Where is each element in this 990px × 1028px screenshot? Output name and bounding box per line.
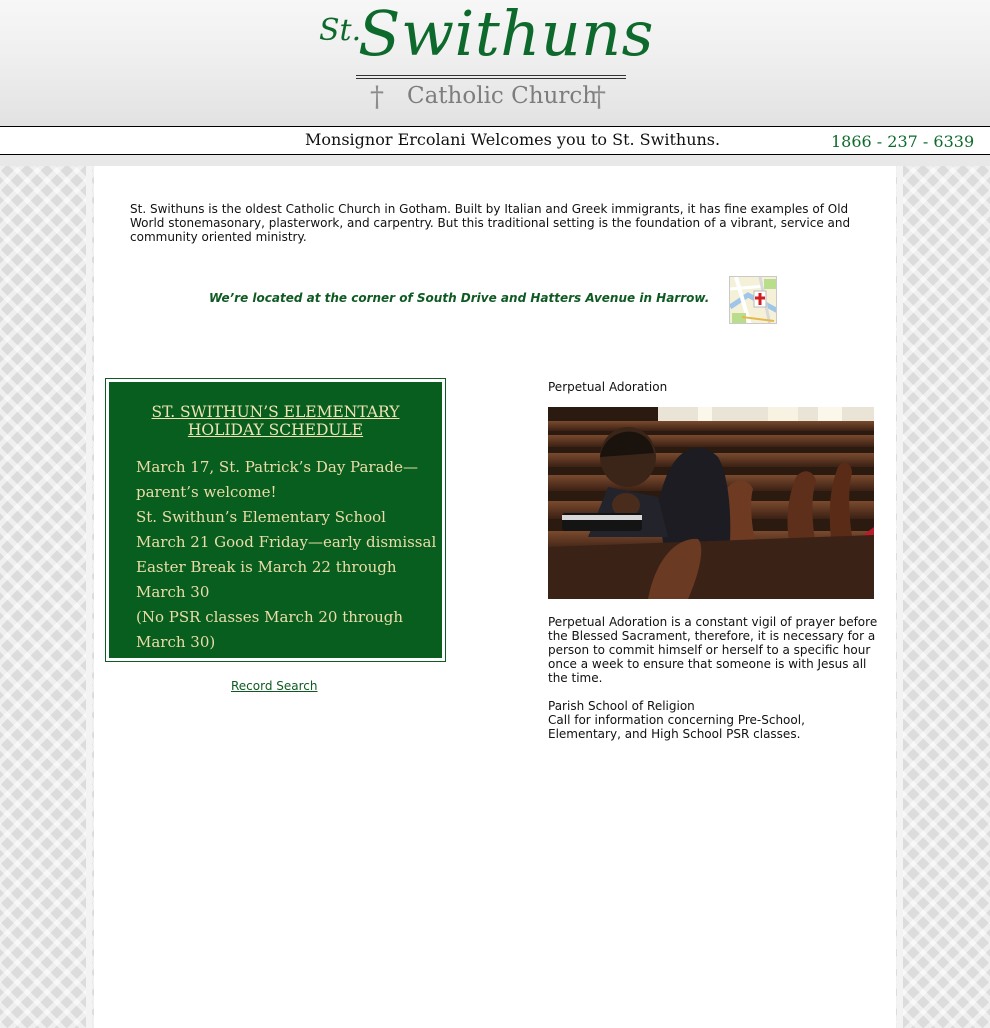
right-border-edge bbox=[897, 166, 903, 1028]
schedule-title: ST. SWITHUN’S ELEMENTARY HOLIDAY SCHEDUL… bbox=[109, 403, 442, 439]
welcome-bar: Monsignor Ercolani Welcomes you to St. S… bbox=[0, 126, 990, 155]
divider-strip bbox=[0, 155, 990, 166]
site-header: St. Swithuns † Catholic Church † bbox=[0, 0, 990, 126]
schedule-line: March 30 bbox=[136, 583, 210, 601]
schedule-line: Easter Break is March 22 through bbox=[136, 558, 397, 576]
map-icon[interactable] bbox=[729, 276, 777, 324]
map-graphic bbox=[730, 277, 776, 323]
logo-rule bbox=[356, 78, 626, 79]
psr-heading: Parish School of Religion bbox=[548, 699, 695, 713]
schedule-line: parent’s welcome! bbox=[136, 483, 277, 501]
holiday-schedule-panel: ST. SWITHUN’S ELEMENTARY HOLIDAY SCHEDUL… bbox=[109, 382, 442, 658]
cross-icon: † bbox=[592, 80, 606, 113]
perpetual-adoration-heading: Perpetual Adoration bbox=[548, 380, 668, 394]
schedule-title-line: ST. SWITHUN’S ELEMENTARY bbox=[151, 403, 400, 421]
logo-name: Swithuns bbox=[358, 0, 654, 70]
schedule-line: (No PSR classes March 20 through bbox=[136, 608, 404, 626]
intro-paragraph: St. Swithuns is the oldest Catholic Chur… bbox=[130, 202, 851, 244]
welcome-text: Monsignor Ercolani Welcomes you to St. S… bbox=[305, 130, 721, 149]
schedule-title-line: HOLIDAY SCHEDULE bbox=[187, 421, 364, 439]
schedule-line: March 17, St. Patrick’s Day Parade— bbox=[136, 458, 419, 476]
right-decorative-border bbox=[896, 166, 990, 1028]
photo-graphic bbox=[548, 407, 874, 599]
logo-prefix: St. bbox=[319, 13, 362, 48]
perpetual-adoration-text: Perpetual Adoration is a constant vigil … bbox=[548, 615, 878, 685]
location-text: We’re located at the corner of South Dri… bbox=[209, 291, 710, 305]
cross-icon: † bbox=[370, 80, 384, 113]
schedule-line: March 21 Good Friday—early dismissal bbox=[136, 533, 437, 551]
record-search-link[interactable]: Record Search bbox=[231, 679, 318, 693]
left-decorative-border bbox=[0, 166, 94, 1028]
logo-subtitle: Catholic Church bbox=[407, 83, 598, 109]
phone-number: 1866 - 237 - 6339 bbox=[831, 132, 975, 151]
schedule-line: St. Swithun’s Elementary School bbox=[136, 508, 386, 526]
holiday-schedule-box: ST. SWITHUN’S ELEMENTARY HOLIDAY SCHEDUL… bbox=[105, 378, 446, 662]
psr-text: Call for information concerning Pre-Scho… bbox=[548, 713, 805, 741]
left-border-edge bbox=[86, 166, 92, 1028]
praying-man-photo bbox=[548, 407, 874, 599]
logo-rule bbox=[356, 75, 626, 76]
schedule-line: March 30) bbox=[136, 633, 216, 651]
